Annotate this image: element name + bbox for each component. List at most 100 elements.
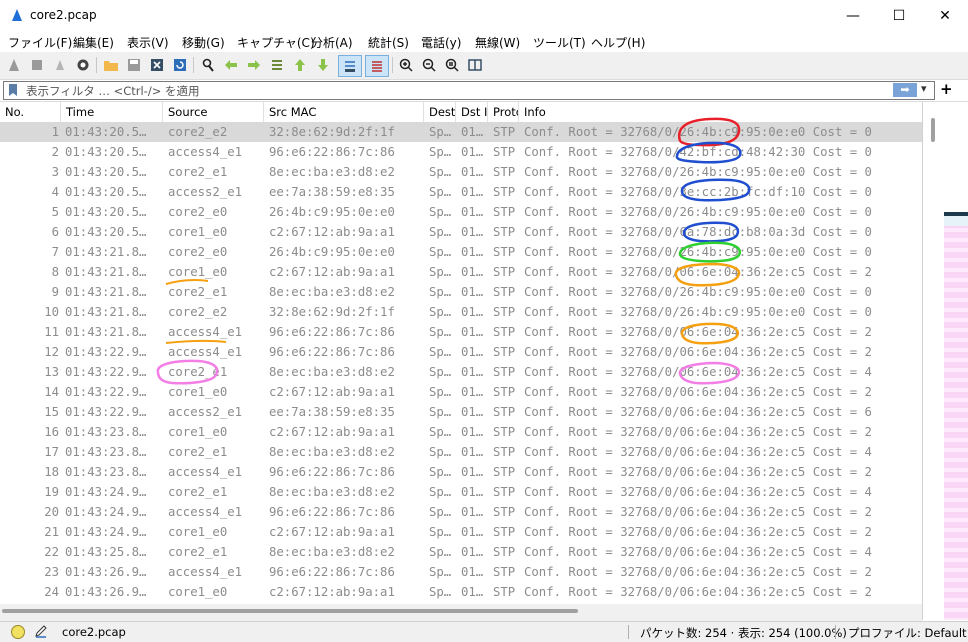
status-profile[interactable]: プロファイル: Default (848, 625, 967, 641)
bookmark-icon[interactable] (8, 84, 18, 96)
cell-source: core2_e1 (168, 285, 228, 299)
table-row[interactable]: 2 01:43:20.5… access4_e1 96:e6:22:86:7c:86 S… (0, 142, 922, 162)
menu-telephony[interactable]: 電話(y) (421, 34, 461, 51)
resize-columns-icon[interactable] (465, 55, 485, 75)
reload-icon[interactable] (170, 55, 190, 75)
table-row[interactable]: 5 01:43:20.5… core2_e0 26:4b:c9:95:0e:e0 Sp…… (0, 202, 922, 222)
cell-source: core2_e1 (168, 485, 228, 499)
cell-src-mac: 8e:ec:ba:e3:d8:e2 (269, 285, 395, 299)
zoom-normal-icon[interactable] (442, 55, 462, 75)
menu-go[interactable]: 移動(G) (182, 34, 225, 51)
cell-protocol: STP (493, 465, 516, 479)
packet-list[interactable]: 1 01:43:20.5… core2_e2 32:8e:62:9d:2f:1f Sp…… (0, 122, 922, 604)
maximize-button[interactable]: ☐ (876, 0, 922, 31)
autoscroll-icon[interactable] (338, 55, 362, 77)
table-row[interactable]: 16 01:43:23.8… core1_e0 c2:67:12:ab:9a:a1 Sp… (0, 422, 922, 442)
last-packet-icon[interactable] (313, 55, 333, 75)
table-row[interactable]: 13 01:43:22.9… core2_e1 8e:ec:ba:e3:d8:e2 Sp… (0, 362, 922, 382)
status-bar: core2.pcap パケット数: 254 · 表示: 254 (100.0%)… (0, 621, 968, 642)
menu-edit[interactable]: 編集(E) (73, 34, 114, 51)
find-icon[interactable] (198, 55, 218, 75)
minimize-icon: — (846, 7, 860, 24)
close-file-icon[interactable] (147, 55, 167, 75)
column-header-protocol[interactable]: Protc (488, 102, 519, 122)
vertical-scroll-thumb[interactable] (931, 118, 935, 142)
horizontal-scrollbar[interactable] (0, 604, 922, 621)
restart-icon[interactable] (50, 55, 70, 75)
apply-filter-arrow-icon[interactable]: ➡ (893, 83, 917, 97)
table-row[interactable]: 12 01:43:22.9… access4_e1 96:e6:22:86:7c:86… (0, 342, 922, 362)
zoom-out-icon[interactable] (419, 55, 439, 75)
edit-comment-icon[interactable] (34, 624, 48, 638)
filter-dropdown-icon[interactable]: ▾ (921, 82, 927, 95)
save-icon[interactable] (124, 55, 144, 75)
column-header-dst-i[interactable]: Dst I (456, 102, 488, 122)
column-header-source[interactable]: Source (163, 102, 264, 122)
menu-tools[interactable]: ツール(T) (533, 34, 586, 51)
column-header-no[interactable]: No. (0, 102, 61, 122)
table-row[interactable]: 1 01:43:20.5… core2_e2 32:8e:62:9d:2f:1f Sp…… (0, 122, 922, 142)
cell-info: Conf. Root = 32768/0/06:6e:04:36:2e:c5 C… (524, 525, 872, 539)
table-row[interactable]: 11 01:43:21.8… access4_e1 96:e6:22:86:7c:86… (0, 322, 922, 342)
add-filter-button[interactable]: + (940, 80, 953, 98)
first-packet-icon[interactable] (290, 55, 310, 75)
table-row[interactable]: 3 01:43:20.5… core2_e1 8e:ec:ba:e3:d8:e2 Sp…… (0, 162, 922, 182)
cell-no: 2 (51, 145, 59, 159)
menu-view[interactable]: 表示(V) (127, 34, 169, 51)
expert-info-status-icon[interactable] (11, 625, 25, 639)
table-row[interactable]: 4 01:43:20.5… access2_e1 ee:7a:38:59:e8:35 S… (0, 182, 922, 202)
menu-wireless[interactable]: 無線(W) (475, 34, 520, 51)
table-row[interactable]: 10 01:43:21.8… core2_e2 32:8e:62:9d:2f:1f Sp… (0, 302, 922, 322)
cell-protocol: STP (493, 325, 516, 339)
cell-dest: Sp… (429, 425, 452, 439)
cell-src-mac: ee:7a:38:59:e8:35 (269, 405, 395, 419)
cell-dest: Sp… (429, 585, 452, 599)
table-row[interactable]: 20 01:43:24.9… access4_e1 96:e6:22:86:7c:86… (0, 502, 922, 522)
forward-arrow-icon[interactable] (244, 55, 264, 75)
column-header-time[interactable]: Time (61, 102, 163, 122)
column-header-info[interactable]: Info (519, 102, 922, 122)
options-gear-icon[interactable] (73, 55, 93, 75)
table-row[interactable]: 14 01:43:22.9… core1_e0 c2:67:12:ab:9a:a1 Sp… (0, 382, 922, 402)
open-folder-icon[interactable] (101, 55, 121, 75)
vertical-scrollbar[interactable] (923, 102, 943, 620)
table-row[interactable]: 9 01:43:21.8… core2_e1 8e:ec:ba:e3:d8:e2 Sp…… (0, 282, 922, 302)
cell-info: Conf. Root = 32768/0/06:6e:04:36:2e:c5 C… (524, 505, 872, 519)
minimize-button[interactable]: — (830, 0, 876, 31)
maximize-icon: ☐ (892, 7, 906, 24)
title-bar: core2.pcap — ☐ ✕ (0, 0, 968, 31)
table-row[interactable]: 19 01:43:24.9… core2_e1 8e:ec:ba:e3:d8:e2 Sp… (0, 482, 922, 502)
table-row[interactable]: 17 01:43:23.8… core2_e1 8e:ec:ba:e3:d8:e2 Sp… (0, 442, 922, 462)
column-header-dest[interactable]: Dest (424, 102, 456, 122)
table-row[interactable]: 8 01:43:21.8… core1_e0 c2:67:12:ab:9a:a1 Sp…… (0, 262, 922, 282)
table-row[interactable]: 24 01:43:26.9… core1_e0 c2:67:12:ab:9a:a1 Sp… (0, 582, 922, 602)
table-row[interactable]: 6 01:43:20.5… core1_e0 c2:67:12:ab:9a:a1 Sp…… (0, 222, 922, 242)
shark-fin-start-icon[interactable] (4, 55, 24, 75)
cell-protocol: STP (493, 165, 516, 179)
table-row[interactable]: 21 01:43:24.9… core1_e0 c2:67:12:ab:9a:a1 Sp… (0, 522, 922, 542)
table-row[interactable]: 23 01:43:26.9… access4_e1 96:e6:22:86:7c:86… (0, 562, 922, 582)
cell-src-mac: c2:67:12:ab:9a:a1 (269, 265, 395, 279)
table-row[interactable]: 18 01:43:23.8… access4_e1 96:e6:22:86:7c:86… (0, 462, 922, 482)
stop-icon[interactable] (27, 55, 47, 75)
goto-packet-icon[interactable] (267, 55, 287, 75)
close-button[interactable]: ✕ (922, 0, 968, 31)
column-header-src-mac[interactable]: Src MAC (264, 102, 424, 122)
colorize-icon[interactable] (365, 55, 389, 77)
cell-info: Conf. Root = 32768/0/26:4b:c9:95:0e:e0 C… (524, 205, 872, 219)
zoom-in-icon[interactable] (396, 55, 416, 75)
packet-minimap-scrollbar[interactable] (922, 102, 968, 620)
menu-analyze[interactable]: 分析(A) (311, 34, 353, 51)
table-row[interactable]: 7 01:43:21.8… core2_e0 26:4b:c9:95:0e:e0 Sp…… (0, 242, 922, 262)
menu-help[interactable]: ヘルプ(H) (591, 34, 645, 51)
table-row[interactable]: 22 01:43:25.8… core2_e1 8e:ec:ba:e3:d8:e2 Sp… (0, 542, 922, 562)
cell-dest: Sp… (429, 245, 452, 259)
horizontal-scroll-thumb[interactable] (2, 609, 578, 613)
menu-file[interactable]: ファイル(F) (8, 34, 72, 51)
menu-capture[interactable]: キャプチャ(C) (237, 34, 315, 51)
table-row[interactable]: 15 01:43:22.9… access2_e1 ee:7a:38:59:e8:35… (0, 402, 922, 422)
display-filter-input[interactable]: 表示フィルタ … <Ctrl-/> を適用 ➡ ▾ (3, 81, 935, 100)
cell-info: Conf. Root = 32768/0/26:4b:c9:95:0e:e0 C… (524, 125, 872, 139)
back-arrow-icon[interactable] (221, 55, 241, 75)
menu-statistics[interactable]: 統計(S) (368, 34, 409, 51)
